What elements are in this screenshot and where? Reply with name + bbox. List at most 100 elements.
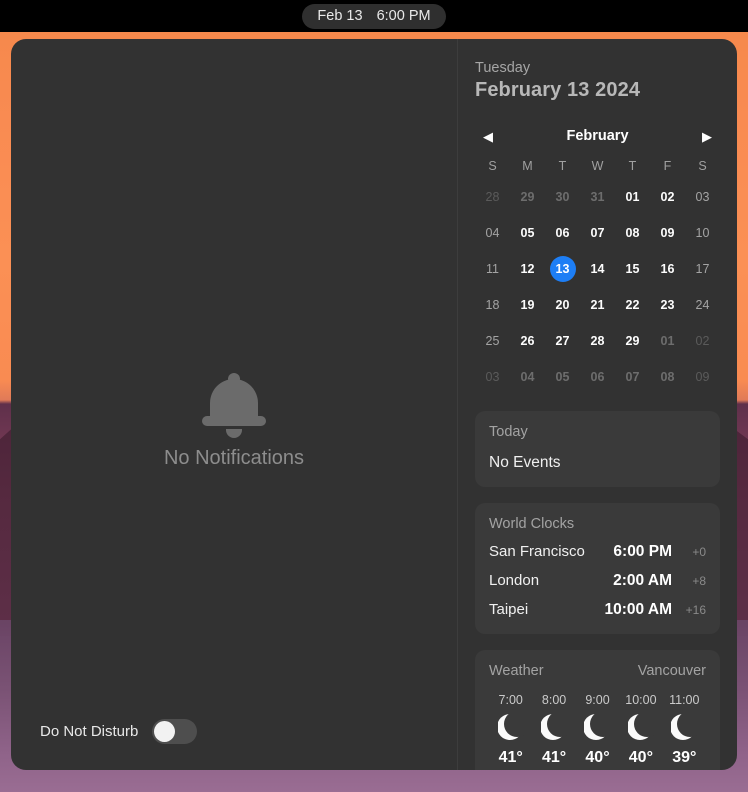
calendar-day: 30 <box>555 190 570 204</box>
calendar-day: 05 <box>555 370 570 384</box>
calendar-day-cell[interactable]: 27 <box>545 323 580 359</box>
weather-hour-label: 8:00 <box>541 693 567 707</box>
widgets-pane: Tuesday February 13 2024 ◀ February ▶ SM… <box>458 39 737 770</box>
calendar-day-cell[interactable]: 04 <box>510 359 545 395</box>
calendar-day-cell[interactable]: 19 <box>510 287 545 323</box>
calendar-day-cell[interactable]: 01 <box>650 323 685 359</box>
calendar-day-cell[interactable]: 26 <box>510 323 545 359</box>
calendar-day-cell[interactable]: 29 <box>615 323 650 359</box>
weather-hour-temp: 39° <box>672 749 697 766</box>
world-clock-offset: +16 <box>685 603 706 617</box>
world-clock-time: 6:00 PM <box>613 543 672 560</box>
calendar-day-cell[interactable]: 17 <box>685 251 720 287</box>
calendar-day-cell[interactable]: 11 <box>475 251 510 287</box>
do-not-disturb-row: Do Not Disturb <box>40 719 198 744</box>
chevron-right-icon[interactable]: ▶ <box>698 127 716 145</box>
calendar-day-cell[interactable]: 22 <box>615 287 650 323</box>
calendar-day-cell[interactable]: 02 <box>685 323 720 359</box>
calendar-day-cell[interactable]: 18 <box>475 287 510 323</box>
calendar-day: 31 <box>590 190 605 204</box>
calendar-day: 08 <box>625 226 640 240</box>
calendar-day: 26 <box>520 334 535 348</box>
menubar-clock[interactable]: Feb 13 6:00 PM <box>302 3 446 29</box>
calendar-day-cell[interactable]: 29 <box>510 179 545 215</box>
calendar-day-cell[interactable]: 03 <box>685 179 720 215</box>
weather-hour-temp: 41° <box>541 749 567 766</box>
do-not-disturb-toggle[interactable] <box>152 719 198 744</box>
calendar-day-cell[interactable]: 12 <box>510 251 545 287</box>
calendar-day-cell[interactable]: 10 <box>685 215 720 251</box>
calendar-day-cell[interactable]: 20 <box>545 287 580 323</box>
calendar-day-cell[interactable]: 08 <box>650 359 685 395</box>
world-clock-offset: +0 <box>692 545 706 559</box>
chevron-left-icon[interactable]: ◀ <box>479 127 497 145</box>
calendar-day-cell[interactable]: 13 <box>545 251 580 287</box>
world-clocks-card[interactable]: World Clocks San Francisco 6:00 PM +0 Londo… <box>475 503 720 634</box>
calendar-day-cell[interactable]: 06 <box>580 359 615 395</box>
weather-hour-label: 10:00 <box>625 693 657 707</box>
calendar-dow-0: S <box>488 159 497 173</box>
toggle-knob <box>154 721 176 742</box>
calendar-day: 19 <box>520 298 535 312</box>
calendar-day-cell[interactable]: 28 <box>580 323 615 359</box>
today-events-text: No Events <box>489 454 561 471</box>
weather-hour-label: 9:00 <box>585 693 610 707</box>
calendar-day-cell[interactable]: 06 <box>545 215 580 251</box>
weather-card-header: Weather Vancouver <box>489 663 706 679</box>
calendar-day: 28 <box>590 334 605 348</box>
calendar-day: 04 <box>520 370 535 384</box>
world-clock-city: San Francisco <box>489 543 585 560</box>
calendar-day-cell[interactable]: 14 <box>580 251 615 287</box>
calendar-day-cell[interactable]: 30 <box>545 179 580 215</box>
calendar-day-cell[interactable]: 15 <box>615 251 650 287</box>
weather-title: Weather <box>489 663 544 679</box>
world-clock-row: San Francisco 6:00 PM +0 <box>489 543 706 561</box>
calendar-day: 18 <box>485 298 500 312</box>
calendar-day-cell[interactable]: 23 <box>650 287 685 323</box>
calendar-day: 02 <box>660 190 675 204</box>
calendar-day: 07 <box>625 370 640 384</box>
world-clock-city: London <box>489 572 540 589</box>
calendar-day-cell[interactable]: 05 <box>510 215 545 251</box>
calendar-day: 16 <box>660 262 675 276</box>
calendar-day: 21 <box>590 298 605 312</box>
today-card[interactable]: Today No Events <box>475 411 720 487</box>
calendar-day-cell[interactable]: 09 <box>650 215 685 251</box>
calendar-day-cell[interactable]: 07 <box>580 215 615 251</box>
calendar-day-cell[interactable]: 03 <box>475 359 510 395</box>
calendar-day-cell[interactable]: 02 <box>650 179 685 215</box>
calendar-day-cell[interactable]: 16 <box>650 251 685 287</box>
calendar-day-cell[interactable]: 28 <box>475 179 510 215</box>
calendar-day: 12 <box>520 262 535 276</box>
weather-hour-column: 7:00 41° <box>489 693 532 767</box>
calendar-day-cell[interactable]: 01 <box>615 179 650 215</box>
calendar-day-cell[interactable]: 31 <box>580 179 615 215</box>
crescent-moon-icon <box>619 707 662 747</box>
no-notifications-label: No Notifications <box>163 447 305 469</box>
weather-hour-temp: 41° <box>498 749 523 766</box>
calendar-day: 06 <box>555 226 570 240</box>
calendar-day-selected: 13 <box>549 256 576 282</box>
world-clock-row: London 2:00 AM +8 <box>489 572 706 590</box>
weather-card[interactable]: Weather Vancouver 7:00 41° 8:00 41° 9:00 40° 1… <box>475 650 720 770</box>
calendar-day-cell[interactable]: 05 <box>545 359 580 395</box>
weather-hour-label: 11:00 <box>669 693 700 707</box>
calendar-day-cell[interactable]: 04 <box>475 215 510 251</box>
do-not-disturb-label: Do Not Disturb <box>40 723 139 740</box>
calendar-day: 28 <box>485 190 500 204</box>
calendar-day: 06 <box>590 370 605 384</box>
calendar-day-cell[interactable]: 21 <box>580 287 615 323</box>
calendar-day: 11 <box>486 262 499 276</box>
calendar-day: 05 <box>520 226 535 240</box>
calendar-day-cell[interactable]: 07 <box>615 359 650 395</box>
menubar-date: Feb 13 <box>317 8 363 24</box>
calendar-day: 03 <box>695 190 710 204</box>
calendar-day: 01 <box>660 334 675 348</box>
notifications-pane: No Notifications Do Not Disturb <box>11 39 458 770</box>
notification-center-panel: No Notifications Do Not Disturb Tuesday … <box>11 39 737 770</box>
calendar-day-cell[interactable]: 09 <box>685 359 720 395</box>
world-clock-offset: +8 <box>692 574 706 588</box>
calendar-day-cell[interactable]: 08 <box>615 215 650 251</box>
calendar-day-cell[interactable]: 24 <box>685 287 720 323</box>
calendar-day-cell[interactable]: 25 <box>475 323 510 359</box>
